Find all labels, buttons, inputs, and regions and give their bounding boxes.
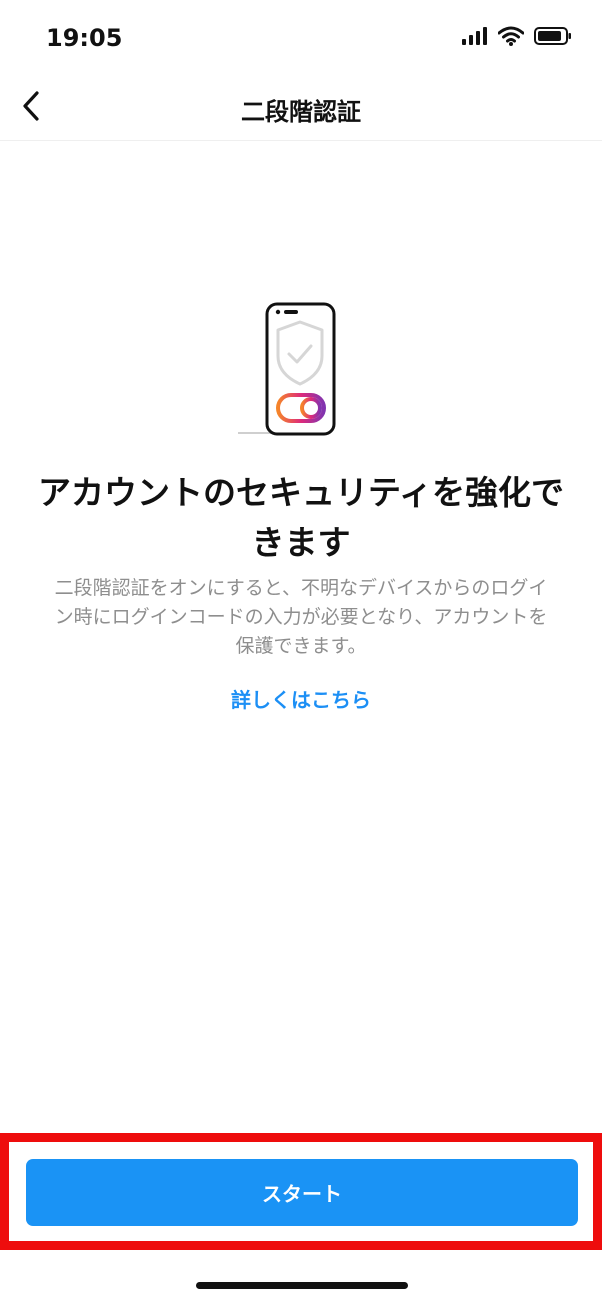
nav-bar: 二段階認証 [0, 78, 602, 141]
status-time: 19:05 [46, 24, 123, 52]
headline: アカウントのセキュリティを強化できます [37, 473, 565, 562]
status-icons [462, 26, 572, 50]
cellular-signal-icon [462, 27, 488, 49]
description: 二段階認証をオンにすると、不明なデバイスからのログイン時にログインコードの入力が… [54, 577, 548, 657]
battery-icon [534, 26, 572, 50]
wifi-icon [497, 26, 525, 50]
home-indicator[interactable] [196, 1282, 408, 1289]
learn-more-link[interactable]: 詳しくはこちら [0, 684, 602, 713]
start-button[interactable]: スタート [26, 1159, 578, 1226]
phone-shield-toggle-icon [238, 298, 350, 440]
page-title: 二段階認証 [241, 98, 361, 126]
status-bar: 19:05 [0, 0, 602, 78]
